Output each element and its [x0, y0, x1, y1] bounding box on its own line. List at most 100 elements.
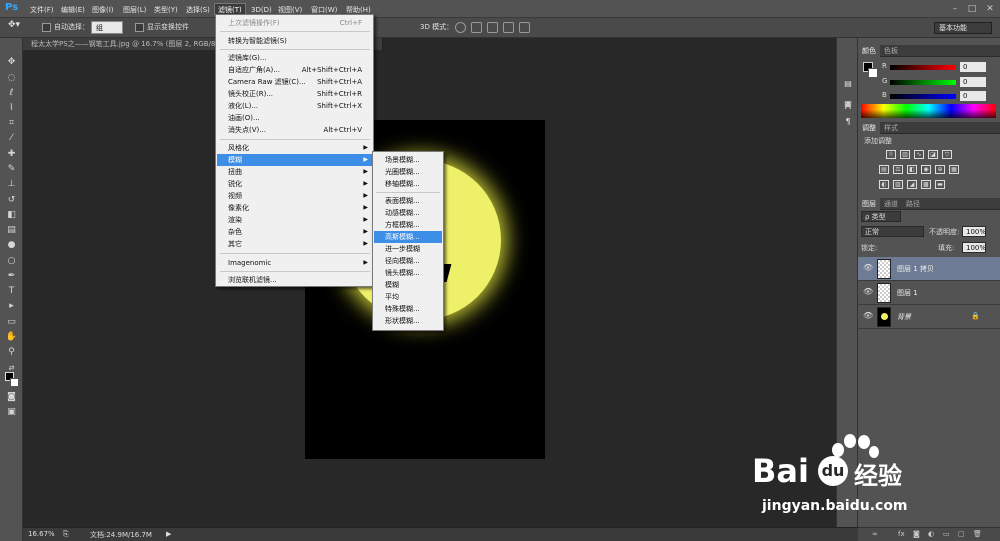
- blur-menu-item[interactable]: 进一步模糊: [374, 243, 442, 255]
- screen-mode-icon[interactable]: ▣: [5, 406, 18, 418]
- tab-adjustments[interactable]: 调整: [858, 122, 880, 134]
- color-balance-icon[interactable]: ⚖: [893, 165, 903, 174]
- blur-menu-item[interactable]: 方框模糊...: [374, 219, 442, 231]
- posterize-icon[interactable]: ▨: [893, 180, 903, 189]
- eraser-icon[interactable]: ◧: [5, 209, 18, 221]
- menu-type[interactable]: 类型(Y): [151, 4, 181, 16]
- filter-menu-item[interactable]: 像素化 ▶: [217, 202, 372, 214]
- auto-select-dropdown[interactable]: 组: [91, 21, 123, 34]
- invert-icon[interactable]: ◐: [879, 180, 889, 189]
- layer-row[interactable]: 👁 图层 1: [858, 281, 1000, 305]
- fill-input[interactable]: 100%: [962, 242, 986, 253]
- blur-menu-item[interactable]: 动感模糊...: [374, 207, 442, 219]
- trash-icon[interactable]: 🗑: [973, 530, 982, 538]
- tab-color[interactable]: 颜色: [858, 45, 880, 57]
- filter-menu-item[interactable]: Imagenomic ▶: [217, 257, 372, 269]
- type-icon[interactable]: T: [5, 285, 18, 297]
- gradient-icon[interactable]: ▤: [5, 224, 18, 236]
- workspace-dropdown[interactable]: 基本功能: [934, 22, 992, 34]
- menu-file[interactable]: 文件(F): [27, 4, 57, 16]
- filter-menu-item[interactable]: 油画(O)...: [217, 112, 372, 124]
- blur-icon[interactable]: ●: [5, 239, 18, 251]
- eye-icon[interactable]: 👁: [863, 263, 873, 272]
- rotate-3d-icon[interactable]: [455, 22, 466, 33]
- mask-icon[interactable]: ◙: [913, 530, 920, 538]
- bw-icon[interactable]: ◧: [907, 165, 917, 174]
- zoom-level[interactable]: 16.67%: [28, 530, 55, 538]
- layer-row[interactable]: 👁 背景 🔒: [858, 305, 1000, 329]
- green-value[interactable]: 0: [960, 77, 986, 87]
- lasso-icon[interactable]: ℓ: [5, 87, 18, 99]
- gradient-map-icon[interactable]: ▬: [935, 180, 945, 189]
- blue-slider[interactable]: [890, 94, 956, 99]
- slide-3d-icon[interactable]: [503, 22, 514, 33]
- menu-image[interactable]: 图像(I): [89, 4, 117, 16]
- marquee-icon[interactable]: ◌: [5, 72, 18, 84]
- brightness-icon[interactable]: ☼: [886, 150, 896, 159]
- color-lookup-icon[interactable]: ▦: [949, 165, 959, 174]
- blur-menu-item[interactable]: 径向模糊...: [374, 255, 442, 267]
- auto-select-checkbox[interactable]: [42, 23, 51, 32]
- brush-icon[interactable]: ✎: [5, 163, 18, 175]
- red-value[interactable]: 0: [960, 62, 986, 72]
- eyedropper-icon[interactable]: ⁄: [5, 132, 18, 144]
- minimize-icon[interactable]: –: [948, 3, 962, 15]
- filter-menu-item[interactable]: 自适应广角(A)... Alt+Shift+Ctrl+A: [217, 64, 372, 76]
- move-tool-icon[interactable]: ✥▾: [8, 20, 20, 30]
- hand-icon[interactable]: ✋: [5, 331, 18, 343]
- gaussian-blur-item[interactable]: 高斯模糊...: [374, 231, 442, 243]
- filter-menu-item[interactable]: 渲染 ▶: [217, 214, 372, 226]
- filter-menu-item[interactable]: 转换为智能滤镜(S): [217, 35, 372, 47]
- tab-layers[interactable]: 图层: [858, 198, 880, 210]
- menu-layer[interactable]: 图层(L): [120, 4, 149, 16]
- tab-channels[interactable]: 通道: [880, 198, 902, 210]
- filter-menu-item[interactable]: 浏览联机滤镜...: [217, 274, 372, 286]
- character-panel-icon[interactable]: A: [842, 102, 854, 113]
- layer-kind-filter[interactable]: ρ 类型: [861, 211, 901, 222]
- filter-menu-item-blur[interactable]: 模糊 ▶: [217, 154, 372, 166]
- threshold-icon[interactable]: ◢: [907, 180, 917, 189]
- curves-icon[interactable]: ∿: [914, 150, 924, 159]
- levels-icon[interactable]: ▥: [900, 150, 910, 159]
- quick-mask-icon[interactable]: ◙: [5, 391, 18, 403]
- roll-3d-icon[interactable]: [471, 22, 482, 33]
- menu-edit[interactable]: 编辑(E): [58, 4, 88, 16]
- move-icon[interactable]: ✥: [5, 56, 18, 68]
- adjustment-layer-icon[interactable]: ◐: [928, 530, 934, 538]
- vibrance-icon[interactable]: ▽: [942, 150, 952, 159]
- scale-3d-icon[interactable]: [519, 22, 530, 33]
- link-layers-icon[interactable]: ∞: [872, 530, 878, 538]
- filter-menu-item[interactable]: 扭曲 ▶: [217, 166, 372, 178]
- status-menu-arrow-icon[interactable]: ▶: [166, 530, 171, 538]
- show-transform-checkbox[interactable]: [135, 23, 144, 32]
- blur-menu-item[interactable]: 光圈模糊...: [374, 166, 442, 178]
- blur-menu-item[interactable]: 模糊: [374, 279, 442, 291]
- blur-menu-item[interactable]: 镜头模糊...: [374, 267, 442, 279]
- tab-paths[interactable]: 路径: [902, 198, 924, 210]
- blur-menu-item[interactable]: 表面模糊...: [374, 195, 442, 207]
- group-icon[interactable]: ▭: [943, 530, 950, 538]
- hue-sat-icon[interactable]: ▤: [879, 165, 889, 174]
- filter-menu-item[interactable]: Camera Raw 滤镜(C)... Shift+Ctrl+A: [217, 76, 372, 88]
- blur-menu-item[interactable]: 场景模糊...: [374, 154, 442, 166]
- filter-menu-item[interactable]: 锐化 ▶: [217, 178, 372, 190]
- filter-menu-item[interactable]: 消失点(V)... Alt+Ctrl+V: [217, 124, 372, 136]
- filter-menu-item[interactable]: 视频 ▶: [217, 190, 372, 202]
- dodge-icon[interactable]: ○: [5, 255, 18, 267]
- filter-menu-item[interactable]: 其它 ▶: [217, 238, 372, 250]
- tab-swatches[interactable]: 色板: [880, 45, 902, 57]
- filter-menu-item[interactable]: 杂色 ▶: [217, 226, 372, 238]
- eye-icon[interactable]: 👁: [863, 311, 873, 320]
- blend-mode-dropdown[interactable]: 正常: [861, 226, 924, 237]
- zoom-icon[interactable]: ⚲: [5, 346, 18, 358]
- quick-select-icon[interactable]: ⌇: [5, 102, 18, 114]
- opacity-input[interactable]: 100%: [962, 226, 986, 237]
- filter-menu-item[interactable]: 液化(L)... Shift+Ctrl+X: [217, 100, 372, 112]
- paragraph-panel-icon[interactable]: ¶: [842, 116, 854, 127]
- green-slider[interactable]: [890, 80, 956, 85]
- pen-icon[interactable]: ✒: [5, 270, 18, 282]
- red-slider[interactable]: [890, 65, 956, 70]
- blue-value[interactable]: 0: [960, 91, 986, 101]
- maximize-icon[interactable]: □: [965, 3, 979, 15]
- fx-icon[interactable]: fx: [898, 530, 905, 538]
